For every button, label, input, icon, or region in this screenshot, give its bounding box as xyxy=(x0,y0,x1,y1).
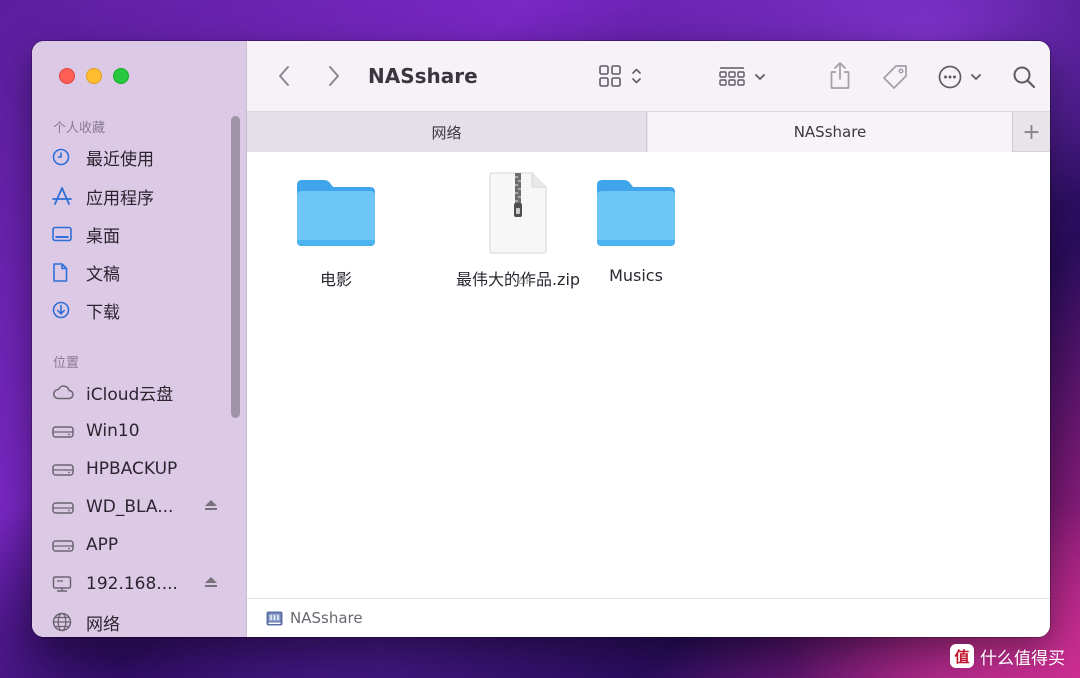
icon-grid-view-icon xyxy=(599,65,641,87)
path-label[interactable]: NASshare xyxy=(290,609,363,627)
sidebar-item-label: 应用程序 xyxy=(86,188,154,209)
sidebar-item-label: 192.168.... xyxy=(86,574,178,594)
sidebar-item-label: 下载 xyxy=(86,302,120,323)
path-bar: NASshare xyxy=(247,598,1050,637)
sidebar-item-icloud[interactable]: iCloud云盘 xyxy=(52,377,232,407)
sidebar-item-downloads[interactable]: 下载 xyxy=(52,295,232,325)
sidebar-item-desktop[interactable]: 桌面 xyxy=(52,219,232,249)
sidebar-item-label: Win10 xyxy=(86,421,140,441)
tab-network[interactable]: 网络 xyxy=(247,112,647,152)
sidebar-item-label: APP xyxy=(86,535,119,555)
sidebar-item-hpbackup[interactable]: HPBACKUP xyxy=(52,454,232,484)
eject-icon[interactable] xyxy=(204,499,218,515)
drive-icon xyxy=(52,458,78,480)
sidebar-item-label: HPBACKUP xyxy=(86,459,178,479)
search-icon xyxy=(1013,66,1036,89)
file-item-movies-folder[interactable]: 电影 xyxy=(261,170,411,290)
minimize-window-button[interactable] xyxy=(86,68,102,84)
folder-icon xyxy=(291,170,381,256)
watermark-logo: 值 xyxy=(950,644,974,668)
sidebar-item-network[interactable]: 网络 xyxy=(52,607,232,637)
sidebar-item-label: 文稿 xyxy=(86,264,120,285)
document-icon xyxy=(52,261,78,283)
sidebar-section-favorites-title: 个人收藏 xyxy=(53,121,106,136)
group-icon xyxy=(719,67,765,86)
network-icon xyxy=(52,611,78,633)
window-title: NASshare xyxy=(368,64,478,88)
file-item-musics-folder[interactable]: Musics xyxy=(561,170,711,285)
watermark: 值 什么值得买 xyxy=(950,643,1065,669)
file-name: 电影 xyxy=(319,270,352,289)
applications-icon xyxy=(52,185,78,207)
sidebar-item-wd-black[interactable]: WD_BLA... xyxy=(52,492,232,522)
sidebar-item-app[interactable]: APP xyxy=(52,530,232,560)
view-mode-button[interactable] xyxy=(597,61,647,91)
sidebar-item-label: 网络 xyxy=(86,614,120,635)
sidebar-scrollbar[interactable] xyxy=(231,116,240,418)
download-icon xyxy=(52,299,78,321)
search-button[interactable] xyxy=(1010,63,1038,91)
zip-badge-label: ZIP xyxy=(516,277,532,287)
toolbar: NASshare xyxy=(247,41,1050,112)
tag-icon xyxy=(883,65,907,89)
clock-icon xyxy=(52,146,78,168)
zip-file-icon xyxy=(473,170,563,256)
sidebar: 个人收藏 最近使用 应用程序 桌面 文稿 下载 位置 iCloud云盘 Win1… xyxy=(32,41,247,637)
drive-icon xyxy=(52,534,78,556)
file-name: Musics xyxy=(609,266,663,285)
eject-icon[interactable] xyxy=(204,576,218,592)
sidebar-section-locations-title: 位置 xyxy=(53,356,80,371)
cloud-icon xyxy=(52,381,78,403)
drive-icon xyxy=(52,420,78,442)
tab-nasshare[interactable]: NASshare xyxy=(648,112,1012,152)
ellipsis-circle-icon xyxy=(938,65,981,89)
finder-window: 个人收藏 最近使用 应用程序 桌面 文稿 下载 位置 iCloud云盘 Win1… xyxy=(32,41,1050,637)
sidebar-item-label: WD_BLA... xyxy=(86,497,174,517)
share-icon xyxy=(830,62,850,89)
forward-button[interactable] xyxy=(321,63,347,89)
back-button[interactable] xyxy=(271,63,297,89)
sidebar-item-applications[interactable]: 应用程序 xyxy=(52,181,232,211)
share-button[interactable] xyxy=(825,60,855,92)
zoom-window-button[interactable] xyxy=(113,68,129,84)
desktop-icon xyxy=(52,223,78,245)
tag-button[interactable] xyxy=(879,61,911,93)
chevron-right-icon xyxy=(329,66,339,86)
sidebar-item-label: iCloud云盘 xyxy=(86,384,174,405)
sidebar-item-server-ip[interactable]: 192.168.... xyxy=(52,569,232,599)
group-by-button[interactable] xyxy=(717,63,771,91)
file-browser-content: 电影 最伟大的作品.zip Musics ZIP xyxy=(247,152,1050,598)
sidebar-item-label: 桌面 xyxy=(86,226,120,247)
tab-bar: 网络 NASshare + xyxy=(247,112,1050,152)
network-share-icon xyxy=(266,611,283,625)
sidebar-item-label: 最近使用 xyxy=(86,149,154,170)
new-tab-button[interactable]: + xyxy=(1012,112,1050,152)
drive-icon xyxy=(52,496,78,518)
chevron-left-icon xyxy=(279,66,289,86)
server-icon xyxy=(52,573,78,595)
folder-icon xyxy=(591,170,681,256)
sidebar-item-win10[interactable]: Win10 xyxy=(52,416,232,446)
sidebar-item-recents[interactable]: 最近使用 xyxy=(52,142,232,172)
more-actions-button[interactable] xyxy=(937,63,987,91)
watermark-text: 什么值得买 xyxy=(980,648,1065,669)
sidebar-item-documents[interactable]: 文稿 xyxy=(52,257,232,287)
close-window-button[interactable] xyxy=(59,68,75,84)
